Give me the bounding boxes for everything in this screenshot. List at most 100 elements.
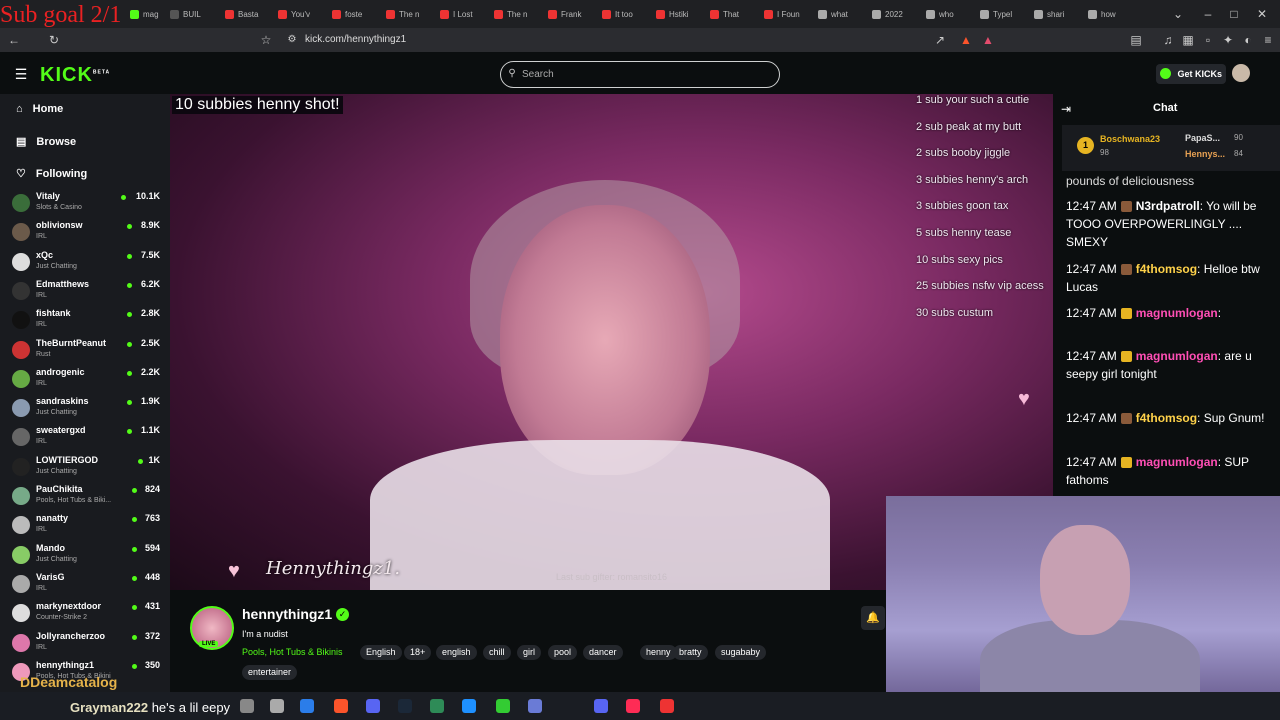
sidebar-nav-browse[interactable]: ▤ Browse	[16, 135, 76, 149]
browser-tab[interactable]: The n	[386, 4, 436, 24]
stream-tag[interactable]: 18+	[404, 645, 432, 660]
maximize-icon[interactable]: □	[1226, 6, 1242, 22]
stream-tag[interactable]: chill	[483, 645, 511, 660]
reload-icon[interactable]: ↻	[46, 32, 62, 48]
taskbar-app-icon[interactable]	[594, 699, 608, 713]
sidebar-channel[interactable]: TheBurntPeanut Rust 2.5K	[0, 336, 170, 365]
brave-shield-icon[interactable]: ▲	[958, 32, 974, 48]
sidebar-nav-home[interactable]: ⌂ Home	[16, 103, 63, 115]
sidebar-channel[interactable]: VarisG IRL 448	[0, 570, 170, 599]
browser-tab[interactable]: Typel	[980, 4, 1030, 24]
browser-tab[interactable]: what	[818, 4, 868, 24]
taskbar-app-icon[interactable]	[496, 699, 510, 713]
sidebar-channel[interactable]: oblivionsw IRL 8.9K	[0, 218, 170, 247]
browser-tab[interactable]: BUIL	[170, 4, 220, 24]
collapse-chat-icon[interactable]: ⇥	[1058, 101, 1074, 117]
media-icon[interactable]: ♫	[1160, 32, 1176, 48]
browser-tab[interactable]: I Foun	[764, 4, 814, 24]
bookmark-icon[interactable]: ☆	[258, 32, 274, 48]
taskbar-app-icon[interactable]	[398, 699, 412, 713]
chat-username[interactable]: N3rdpatroll	[1136, 199, 1200, 213]
stream-tag[interactable]: bratty	[673, 645, 708, 660]
stream-tag[interactable]: sugababy	[715, 645, 767, 660]
taskbar-app-icon[interactable]	[300, 699, 314, 713]
leader-1-name[interactable]: Boschwana23	[1100, 134, 1160, 144]
browser-tab[interactable]: You'v	[278, 4, 328, 24]
taskbar-app-icon[interactable]	[660, 699, 674, 713]
browser-tab[interactable]: Hstiki	[656, 4, 706, 24]
browser-tab[interactable]: who	[926, 4, 976, 24]
stream-tag[interactable]: english	[436, 645, 477, 660]
back-icon[interactable]: ←	[6, 32, 22, 48]
stream-tag[interactable]: English	[360, 645, 402, 660]
sidebar-nav-following[interactable]: ♡ Following	[16, 167, 87, 181]
stream-tag[interactable]: girl	[517, 645, 542, 660]
share-icon[interactable]: ↗	[932, 32, 948, 48]
menu-icon[interactable]: ≡	[1260, 32, 1276, 48]
minimize-icon[interactable]: –	[1200, 6, 1216, 22]
taskbar-app-icon[interactable]	[366, 699, 380, 713]
sidebar-channel[interactable]: sweatergxd IRL 1.1K	[0, 423, 170, 452]
sidebar-channel[interactable]: sandraskins Just Chatting 1.9K	[0, 394, 170, 423]
taskbar-app-icon[interactable]	[334, 699, 348, 713]
close-icon[interactable]: ✕	[1254, 6, 1270, 22]
hamburger-menu-icon[interactable]: ☰	[13, 66, 29, 82]
ai-icon[interactable]: ✦	[1220, 32, 1236, 48]
chat-message: 12:47 AM magnumlogan: SUP fathoms	[1066, 453, 1266, 489]
leader-3-name[interactable]: Hennys...	[1185, 149, 1225, 159]
user-avatar[interactable]	[1232, 64, 1250, 82]
stream-tag[interactable]: dancer	[583, 645, 623, 660]
chat-username[interactable]: magnumlogan	[1136, 306, 1218, 320]
sidebar-channel[interactable]: Vitaly Slots & Casino 10.1K	[0, 189, 170, 218]
sidebar-channel[interactable]: LOWTIERGOD Just Chatting 1K	[0, 453, 170, 482]
sidebar-channel[interactable]: markynextdoor Counter-Strike 2 431	[0, 599, 170, 628]
sidebar-channel[interactable]: fishtank IRL 2.8K	[0, 306, 170, 335]
sidebar-channel[interactable]: Edmatthews IRL 6.2K	[0, 277, 170, 306]
leader-2-name[interactable]: PapaS...	[1185, 133, 1220, 143]
chevron-down-icon[interactable]: ⌄	[1170, 6, 1186, 22]
browser-tab[interactable]: Basta	[225, 4, 275, 24]
sidebar-toggle-icon[interactable]: ▤	[1128, 32, 1144, 48]
sidebar-channel[interactable]: Mando Just Chatting 594	[0, 541, 170, 570]
chat-username[interactable]: magnumlogan	[1136, 455, 1218, 469]
browser-tab[interactable]: how	[1088, 4, 1138, 24]
browser-tab[interactable]: The n	[494, 4, 544, 24]
vpn-icon[interactable]: ◐	[1240, 32, 1256, 48]
sidebar-channel[interactable]: nanatty IRL 763	[0, 511, 170, 540]
browser-tab[interactable]: shari	[1034, 4, 1084, 24]
sidebar-channel[interactable]: xQc Just Chatting 7.5K	[0, 248, 170, 277]
chat-username[interactable]: f4thomsog	[1136, 262, 1197, 276]
kick-logo[interactable]: KICKBETA	[40, 64, 110, 87]
taskbar-app-icon[interactable]	[626, 699, 640, 713]
browser-tab[interactable]: Frank	[548, 4, 598, 24]
streamer-name[interactable]: hennythingz1	[242, 606, 332, 622]
stream-tag[interactable]: henny	[640, 645, 677, 660]
browser-tab[interactable]: That	[710, 4, 760, 24]
url-text[interactable]: kick.com/hennythingz1	[305, 34, 406, 45]
taskbar-app-icon[interactable]	[528, 699, 542, 713]
brave-rewards-icon[interactable]: ▲	[980, 32, 996, 48]
chat-username[interactable]: magnumlogan	[1136, 349, 1218, 363]
browser-tab[interactable]: foste	[332, 4, 382, 24]
wallet-icon[interactable]: ▫	[1200, 32, 1216, 48]
stream-category[interactable]: Pools, Hot Tubs & Bikinis	[242, 647, 343, 657]
reading-list-icon[interactable]: ▦	[1180, 32, 1196, 48]
browser-tab[interactable]: It too	[602, 4, 652, 24]
stream-tag[interactable]: pool	[548, 645, 578, 660]
chat-username[interactable]: f4thomsog	[1136, 411, 1197, 425]
taskbar-app-icon[interactable]	[270, 699, 284, 713]
address-bar[interactable]	[0, 28, 1280, 52]
taskbar-app-icon[interactable]	[240, 699, 254, 713]
taskbar-app-icon[interactable]	[430, 699, 444, 713]
sidebar-channel[interactable]: Jollyrancherzoo IRL 372	[0, 629, 170, 658]
sidebar-channel[interactable]: androgenic IRL 2.2K	[0, 365, 170, 394]
live-dot-icon	[126, 282, 132, 288]
sidebar-channel[interactable]: PauChikita Pools, Hot Tubs & Biki... 824	[0, 482, 170, 511]
browser-tab[interactable]: 2022	[872, 4, 922, 24]
notification-bell-button[interactable]: 🔔	[861, 606, 885, 630]
site-info-icon[interactable]: ⚙	[284, 32, 300, 48]
stream-tag[interactable]: entertainer	[242, 665, 298, 680]
browser-tab[interactable]: I Lost	[440, 4, 490, 24]
taskbar-app-icon[interactable]	[462, 699, 476, 713]
tab-favicon-icon	[440, 9, 449, 19]
